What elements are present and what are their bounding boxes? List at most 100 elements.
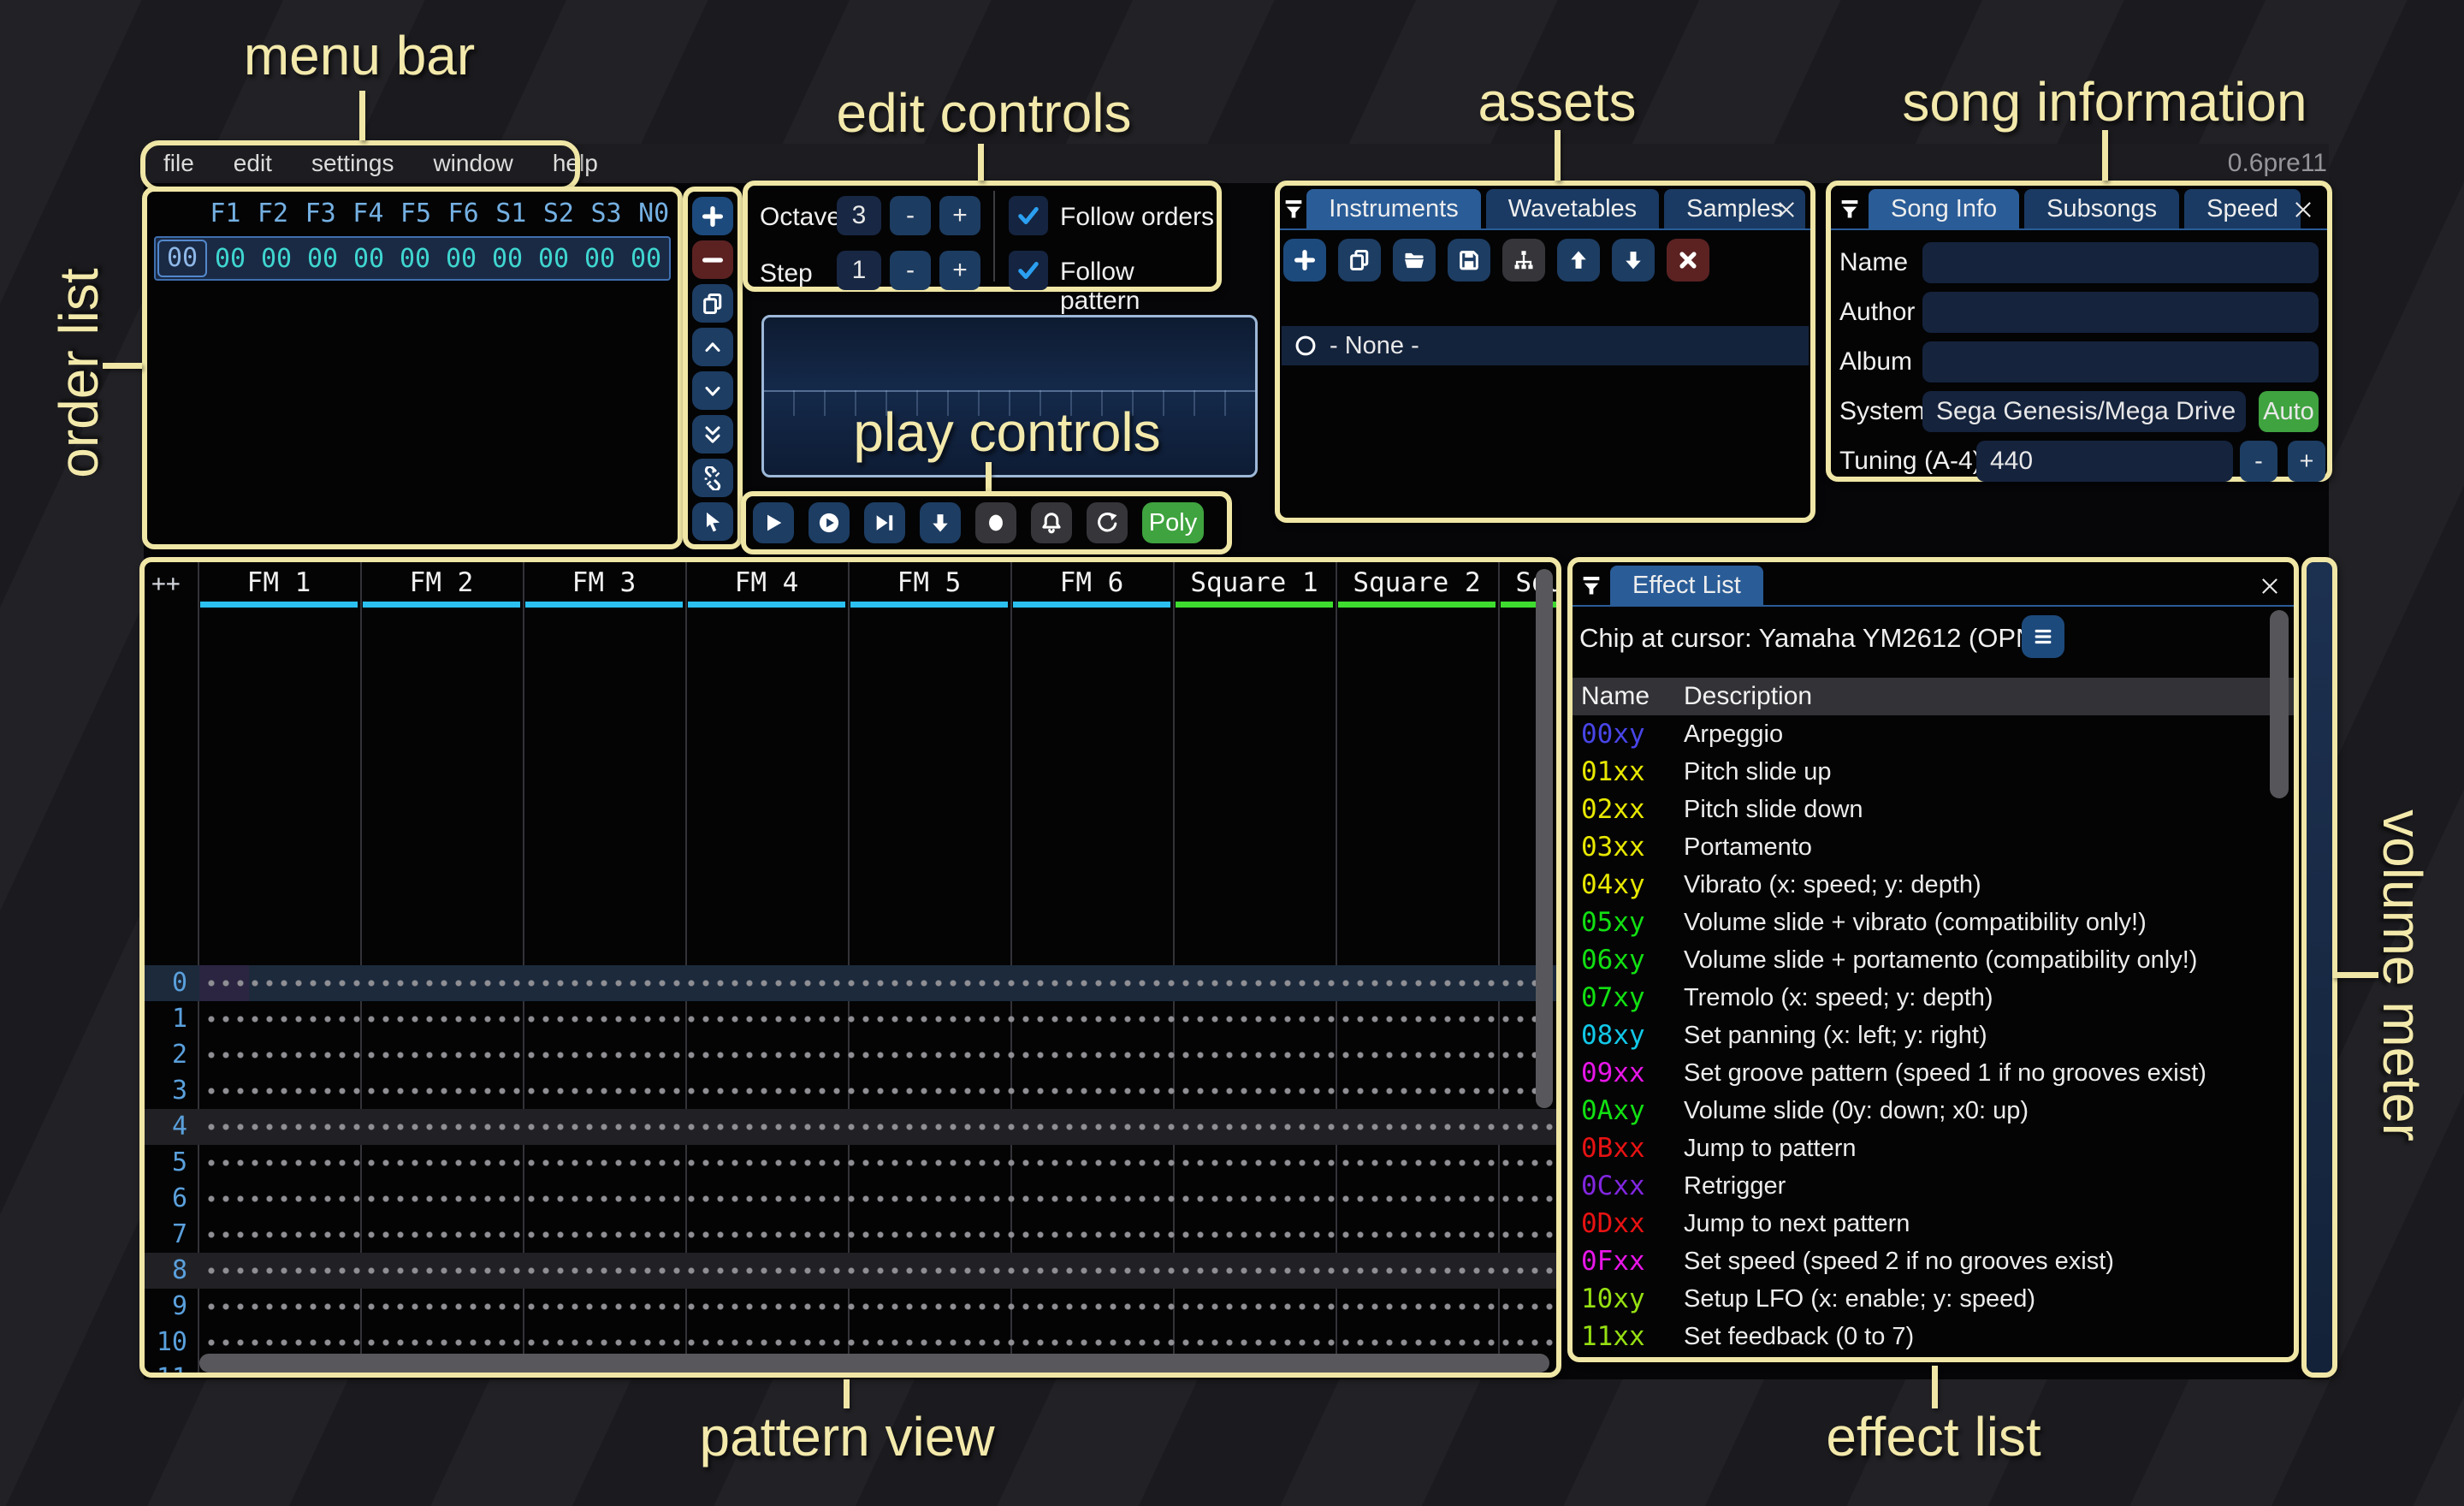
plus-button[interactable] xyxy=(692,197,733,235)
channel-header-fm-4[interactable]: FM 4 xyxy=(685,567,848,598)
menu-item-file[interactable]: file xyxy=(144,150,214,177)
channel-header-fm-1[interactable]: FM 1 xyxy=(198,567,360,598)
order-col-S2[interactable]: S2 xyxy=(535,199,583,228)
play-button[interactable] xyxy=(753,502,794,543)
channel-header-fm-2[interactable]: FM 2 xyxy=(360,567,523,598)
pattern-expand-control[interactable]: ++ xyxy=(151,569,181,597)
order-col-F4[interactable]: F4 xyxy=(345,199,393,228)
channel-header-fm-6[interactable]: FM 6 xyxy=(1010,567,1173,598)
hamburger-menu-button[interactable] xyxy=(2022,615,2064,658)
order-col-N0[interactable]: N0 xyxy=(630,199,678,228)
pattern-row[interactable]: 3 xyxy=(145,1073,1556,1109)
filter-icon[interactable] xyxy=(1280,189,1306,228)
step-value[interactable]: 1 xyxy=(837,251,881,290)
menu-item-settings[interactable]: settings xyxy=(292,150,414,177)
tree-button[interactable] xyxy=(1502,239,1545,282)
menu-item-window[interactable]: window xyxy=(413,150,532,177)
order-col-F2[interactable]: F2 xyxy=(249,199,297,228)
order-cell-S3[interactable]: 00 xyxy=(577,244,623,274)
system-field[interactable]: Sega Genesis/Mega Drive xyxy=(1922,391,2246,432)
album-field[interactable] xyxy=(1922,341,2319,382)
arrow-down-button[interactable] xyxy=(920,502,961,543)
plus-button[interactable] xyxy=(1283,239,1326,282)
menu-item-edit[interactable]: edit xyxy=(214,150,292,177)
assets-close-button[interactable] xyxy=(1769,193,1804,227)
order-col-F5[interactable]: F5 xyxy=(392,199,440,228)
save-button[interactable] xyxy=(1448,239,1490,282)
follow-pattern-checkbox[interactable] xyxy=(1009,251,1048,290)
tab-song-info[interactable]: Song Info xyxy=(1869,189,2019,228)
pattern-vertical-scrollbar[interactable] xyxy=(1536,569,1553,1108)
order-cell-F5[interactable]: 00 xyxy=(392,244,438,274)
tab-speed[interactable]: Speed xyxy=(2184,189,2301,228)
octave-value[interactable]: 3 xyxy=(837,196,881,235)
auto-button[interactable]: Auto xyxy=(2259,391,2319,432)
tuning-field[interactable]: 440 xyxy=(1976,441,2233,482)
order-col-F6[interactable]: F6 xyxy=(440,199,488,228)
order-list-row[interactable]: 0000000000000000000000 xyxy=(154,236,671,281)
pattern-row[interactable]: 8 xyxy=(145,1253,1556,1289)
order-cell-F4[interactable]: 00 xyxy=(346,244,392,274)
pattern-row[interactable]: 2 xyxy=(145,1037,1556,1073)
pattern-row[interactable]: 1 xyxy=(145,1001,1556,1037)
pattern-row[interactable]: 6 xyxy=(145,1181,1556,1217)
order-col-F1[interactable]: F1 xyxy=(202,199,250,228)
chevron-down-button[interactable] xyxy=(692,371,733,410)
repeat-button[interactable] xyxy=(1087,502,1128,543)
tuning-plus-button[interactable]: + xyxy=(2288,441,2325,482)
order-col-S3[interactable]: S3 xyxy=(583,199,631,228)
octave-plus-button[interactable]: + xyxy=(939,196,980,235)
pattern-row[interactable]: 7 xyxy=(145,1217,1556,1253)
order-cell-S1[interactable]: 00 xyxy=(484,244,530,274)
minus-button[interactable] xyxy=(692,240,733,279)
octave-minus-button[interactable]: - xyxy=(890,196,931,235)
filter-icon[interactable] xyxy=(1573,566,1610,605)
order-cell-F2[interactable]: 00 xyxy=(253,244,299,274)
filter-icon[interactable] xyxy=(1831,189,1869,228)
tab-effect-list[interactable]: Effect List xyxy=(1610,566,1763,605)
effect-list-close-button[interactable] xyxy=(2253,569,2287,603)
duplicate-button[interactable] xyxy=(1338,239,1381,282)
cursor-button[interactable] xyxy=(692,502,733,541)
chevron-up-button[interactable] xyxy=(692,328,733,366)
channel-header-fm-5[interactable]: FM 5 xyxy=(848,567,1010,598)
pattern-horizontal-scrollbar[interactable] xyxy=(199,1354,1549,1373)
poly-button[interactable]: Poly xyxy=(1142,502,1204,543)
channel-header-square-2[interactable]: Square 2 xyxy=(1336,567,1498,598)
channel-header-fm-3[interactable]: FM 3 xyxy=(523,567,685,598)
instrument-list-item[interactable]: - None - xyxy=(1282,326,1809,365)
order-row-index[interactable]: 00 xyxy=(157,240,207,277)
duplicate-button[interactable] xyxy=(692,284,733,323)
song-info-close-button[interactable] xyxy=(2286,193,2320,227)
order-cell-F1[interactable]: 00 xyxy=(207,244,253,274)
tab-subsongs[interactable]: Subsongs xyxy=(2024,189,2179,228)
pattern-row[interactable]: 5 xyxy=(145,1145,1556,1181)
name-field[interactable] xyxy=(1922,242,2319,283)
tab-instruments[interactable]: Instruments xyxy=(1306,189,1481,228)
menu-item-help[interactable]: help xyxy=(533,150,618,177)
unlink-button[interactable] xyxy=(692,459,733,497)
pattern-row[interactable]: 9 xyxy=(145,1289,1556,1325)
follow-orders-checkbox[interactable] xyxy=(1009,196,1048,235)
step-plus-button[interactable]: + xyxy=(939,251,980,290)
pattern-row[interactable]: 4 xyxy=(145,1109,1556,1145)
step-play-button[interactable] xyxy=(864,502,905,543)
order-cell-F6[interactable]: 00 xyxy=(438,244,484,274)
order-cell-N0[interactable]: 00 xyxy=(623,244,669,274)
double-chevron-down-button[interactable] xyxy=(692,415,733,454)
x-mark-button[interactable] xyxy=(1667,239,1709,282)
order-cell-F3[interactable]: 00 xyxy=(299,244,346,274)
play-circle-button[interactable] xyxy=(808,502,850,543)
bell-button[interactable] xyxy=(1031,502,1072,543)
author-field[interactable] xyxy=(1922,292,2319,333)
arrow-down-button[interactable] xyxy=(1612,239,1655,282)
tab-wavetables[interactable]: Wavetables xyxy=(1486,189,1659,228)
step-minus-button[interactable]: - xyxy=(890,251,931,290)
order-cell-S2[interactable]: 00 xyxy=(530,244,577,274)
order-col-S1[interactable]: S1 xyxy=(487,199,535,228)
channel-header-square-1[interactable]: Square 1 xyxy=(1173,567,1336,598)
tuning-minus-button[interactable]: - xyxy=(2240,441,2277,482)
arrow-up-button[interactable] xyxy=(1557,239,1600,282)
record-button[interactable] xyxy=(975,502,1016,543)
effect-list-scrollbar[interactable] xyxy=(2270,610,2289,798)
